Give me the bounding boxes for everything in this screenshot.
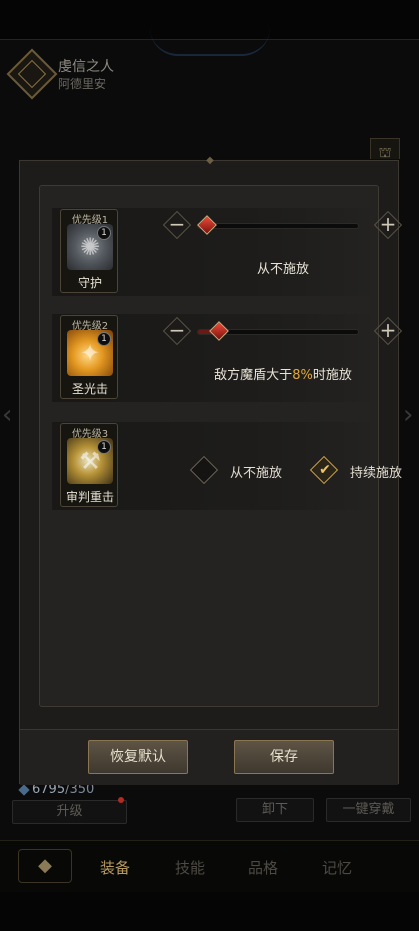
threshold-slider[interactable] <box>197 321 359 341</box>
prev-arrow-icon[interactable]: ‹ <box>2 400 16 440</box>
skill-level-badge: 1 <box>97 332 111 346</box>
skill-level-badge: 1 <box>97 226 111 240</box>
skill-row: 优先级1 ✺ 1 守护 − + 从不施放 <box>52 208 396 296</box>
character-subtitle: 阿德里安 <box>58 77 107 91</box>
skill-card[interactable]: 优先级2 ✦ 1 圣光击 <box>60 315 118 399</box>
notification-dot <box>118 797 124 803</box>
skill-card[interactable]: 优先级3 ⚒ 1 审判重击 <box>60 423 118 507</box>
one-key-equip-button[interactable]: 一键穿戴 <box>326 798 411 822</box>
checkmark-icon: ✔ <box>319 462 331 478</box>
skill-level-badge: 1 <box>97 440 111 454</box>
slider-thumb[interactable] <box>197 215 217 235</box>
skill-row: 优先级2 ✦ 1 圣光击 − + 敌方魔盾大于8%时施放 <box>52 314 396 402</box>
increase-button[interactable]: + <box>375 212 401 238</box>
skill-row: 优先级3 ⚒ 1 审判重击 从不施放 ✔ 持续施放 <box>52 422 402 510</box>
unequip-button[interactable]: 卸下 <box>236 798 314 822</box>
character-name: 虔信之人 <box>58 59 114 75</box>
dialog-ornament-icon: ◆ <box>206 155 214 166</box>
cast-condition-text: 从不施放 <box>256 262 309 277</box>
bottom-strip <box>0 892 419 931</box>
threshold-value: 8% <box>292 368 313 383</box>
skill-name: 审判重击 <box>65 490 114 504</box>
tab-character[interactable]: 品格 <box>248 857 278 878</box>
threshold-slider[interactable] <box>197 215 359 235</box>
reset-default-button[interactable]: 恢复默认 <box>88 740 188 774</box>
decrease-button[interactable]: − <box>164 318 190 344</box>
tab-equipment[interactable]: 装备 <box>100 857 130 878</box>
bottom-nav: ◆ 装备 技能 品格 记忆 <box>0 840 419 892</box>
increase-button[interactable]: + <box>375 318 401 344</box>
tab-memory[interactable]: 记忆 <box>322 857 352 878</box>
tab-skills[interactable]: 技能 <box>175 857 205 878</box>
skill-name: 圣光击 <box>71 382 108 396</box>
skill-list-panel: 优先级1 ✺ 1 守护 − + 从不施放 优先级2 ✦ 1 圣光击 − + 敌方… <box>39 185 402 707</box>
save-button[interactable]: 保存 <box>234 740 334 774</box>
top-ornament <box>150 28 270 56</box>
decrease-button[interactable]: − <box>164 212 190 238</box>
upgrade-button[interactable]: 升级 <box>12 800 127 824</box>
next-arrow-icon[interactable]: › <box>403 400 417 440</box>
home-button[interactable]: ◆ <box>18 849 72 883</box>
cast-condition-text: 敌方魔盾大于8%时施放 <box>214 368 352 383</box>
dialog-footer: 恢复默认 保存 <box>20 729 398 785</box>
skill-priority-dialog: ◆ 优先级1 ✺ 1 守护 − + 从不施放 优先级2 ✦ 1 圣光击 − + … <box>19 155 402 785</box>
unchecked-diamond-icon <box>189 455 219 485</box>
skill-name: 守护 <box>77 276 102 290</box>
currency-icon <box>18 784 30 796</box>
skill-card[interactable]: 优先级1 ✺ 1 守护 <box>60 209 118 293</box>
character-emblem-icon <box>6 48 58 100</box>
slider-thumb[interactable] <box>208 321 229 341</box>
